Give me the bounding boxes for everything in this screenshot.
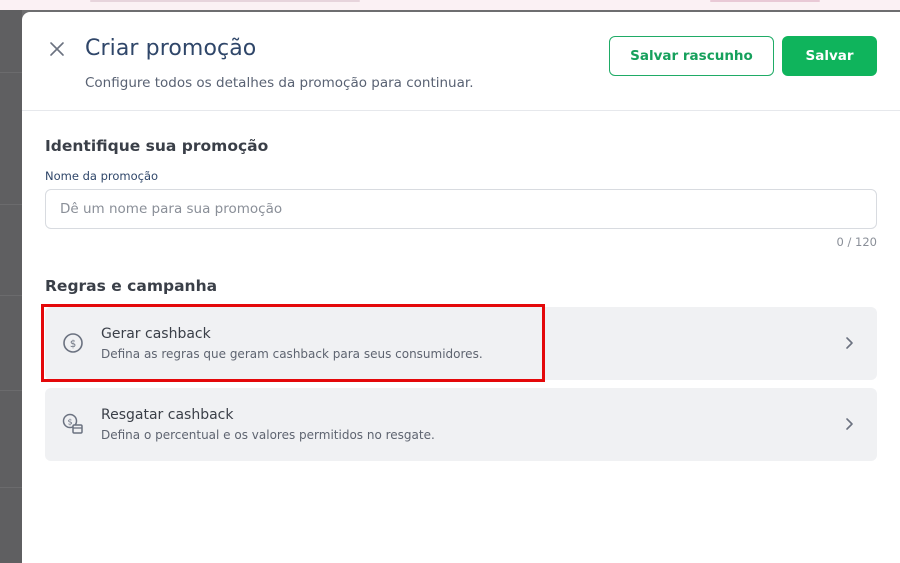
card-title: Resgatar cashback [101,407,234,423]
generate-cashback-card[interactable]: $ Gerar cashback Defina as regras que ge… [45,307,877,380]
chevron-right-icon [846,418,853,430]
promotion-name-input[interactable] [45,189,877,229]
card-description: Defina o percentual e os valores permiti… [101,428,435,442]
redeem-cashback-card[interactable]: $ Resgatar cashback Defina o percentual … [45,388,877,461]
card-title: Gerar cashback [101,326,211,342]
promotion-name-label: Nome da promoção [45,169,159,183]
character-counter: 0 / 120 [836,235,877,249]
identify-section-title: Identifique sua promoção [45,137,269,155]
dollar-circle-icon: $ [63,333,83,353]
svg-text:$: $ [67,417,72,426]
background-tab [90,0,360,2]
save-draft-button[interactable]: Salvar rascunho [609,36,774,76]
coins-wallet-icon: $ [62,413,83,434]
background-topbar [0,0,900,10]
modal-title: Criar promoção [85,36,257,61]
close-button[interactable] [46,38,68,60]
chevron-right-icon [846,337,853,349]
background-app-panel [0,10,22,563]
close-icon [50,42,64,56]
save-button[interactable]: Salvar [782,36,877,76]
modal-header: Criar promoção Configure todos os detalh… [22,12,900,111]
modal-subtitle: Configure todos os detalhes da promoção … [85,75,474,91]
card-description: Defina as regras que geram cashback para… [101,347,483,361]
rules-section-title: Regras e campanha [45,277,218,295]
create-promotion-modal: Criar promoção Configure todos os detalh… [22,12,900,563]
background-tab [710,0,820,2]
svg-text:$: $ [70,339,76,350]
